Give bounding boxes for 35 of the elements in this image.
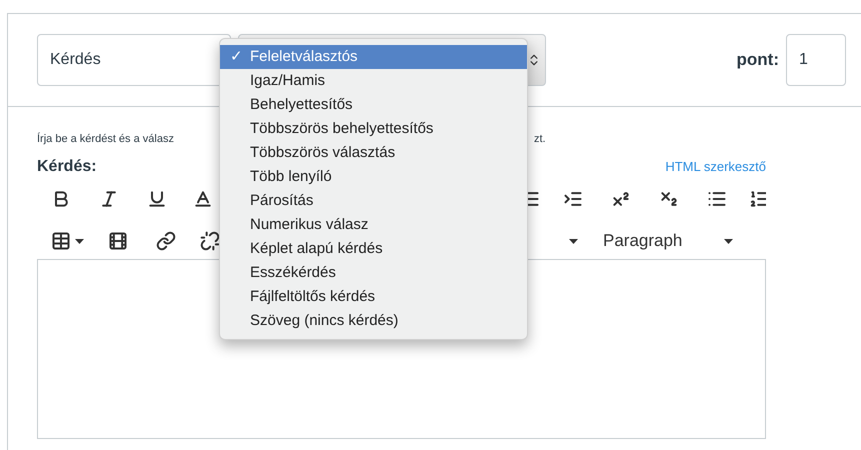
menu-item[interactable]: Többszörös behelyettesítős [220,117,527,141]
menu-item[interactable]: Többszörös választás [220,141,527,165]
menu-item[interactable]: Esszékérdés [220,261,527,285]
link-icon[interactable] [156,231,176,251]
menu-item[interactable]: Behelyettesítős [220,93,527,117]
caret-icon [75,238,84,244]
question-label: Kérdés: [37,157,97,177]
instruction-text: Írja be a kérdést és a válasz [37,132,174,147]
underline-icon[interactable] [147,189,167,209]
italic-icon[interactable] [99,189,119,209]
unlink-icon[interactable] [200,231,220,251]
paragraph-format-dropdown[interactable]: Paragraph [603,228,682,254]
table-icon[interactable] [51,231,71,251]
instruction-text: zt. [534,132,546,147]
menu-item[interactable]: ✓ Feleletválasztós [220,45,527,69]
bullet-list-icon[interactable] [707,189,727,209]
superscript-icon[interactable] [611,189,631,209]
menu-item[interactable]: Numerikus válasz [220,213,527,237]
media-icon[interactable] [108,231,128,251]
menu-item[interactable]: Párosítás [220,189,527,213]
indent-icon[interactable] [563,189,583,209]
menu-item[interactable]: Több lenyíló [220,165,527,189]
menu-item[interactable]: Szöveg (nincs kérdés) [220,309,527,333]
numbered-list-icon[interactable] [749,189,766,209]
menu-item[interactable]: Fájlfeltöltős kérdés [220,285,527,309]
menu-item[interactable]: Képlet alapú kérdés [220,237,527,261]
text-color-icon[interactable] [193,189,213,209]
subscript-icon[interactable] [659,189,679,209]
caret-icon [724,238,734,244]
question-name-field[interactable]: Kérdés [37,34,231,86]
points-label: pont: [736,49,779,72]
caret-icon [569,238,578,244]
points-field[interactable]: 1 [786,34,846,86]
check-mark: ✓ [230,48,243,65]
html-editor-link[interactable]: HTML szerkesztő [665,157,766,177]
